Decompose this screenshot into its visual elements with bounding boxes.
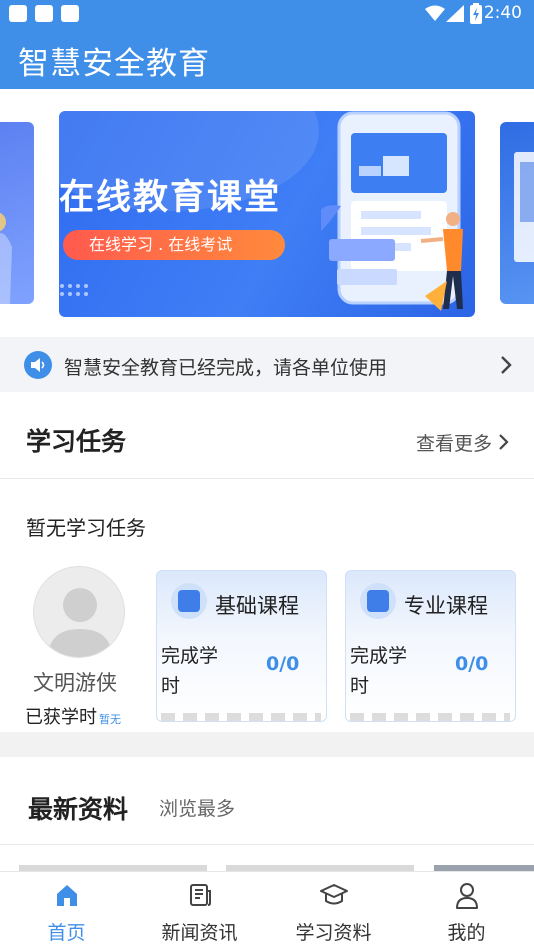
course-monitor-icon [360, 583, 396, 619]
divider [0, 478, 534, 479]
bottom-nav: 首页 新闻资讯 学习资料 我的 [0, 871, 534, 950]
course-progress-value: 0/0 [455, 653, 489, 675]
notice-text: 智慧安全教育已经完成，请各单位使用 [64, 357, 388, 379]
divider [0, 844, 534, 845]
nav-item-home[interactable]: 首页 [0, 872, 133, 950]
notification-square-icon [9, 5, 27, 22]
course-progress-label: 完成学时 [161, 645, 219, 697]
battery-icon [470, 3, 482, 24]
nav-label: 学习资料 [295, 922, 372, 944]
status-bar: 2:40 [0, 0, 534, 28]
hours-label: 已获学时 [25, 707, 97, 728]
notification-square-icon [61, 5, 79, 22]
clock: 2:40 [483, 3, 522, 23]
course-title: 专业课程 [404, 594, 488, 618]
hours-value: 暂无 [99, 713, 121, 726]
news-icon [189, 884, 211, 906]
notice-bar[interactable]: 智慧安全教育已经完成，请各单位使用 [0, 338, 534, 392]
chevron-right-icon[interactable] [500, 355, 512, 375]
section-title: 学习任务 [26, 427, 127, 456]
notification-square-icon [35, 5, 53, 22]
nav-item-mine[interactable]: 我的 [400, 872, 533, 950]
banner-next-slide[interactable] [500, 122, 534, 304]
banner-headline: 在线教育课堂 [59, 178, 282, 218]
course-progress-value: 0/0 [266, 653, 300, 675]
banner-slide[interactable]: 在线教育课堂 在线学习 . 在线考试 [59, 111, 475, 317]
graduation-cap-icon [319, 884, 348, 905]
nav-label: 我的 [447, 922, 486, 944]
nav-item-materials[interactable]: 学习资料 [267, 872, 400, 950]
wifi-icon [425, 5, 445, 21]
banner-carousel[interactable]: 在线教育课堂 在线学习 . 在线考试 [0, 89, 534, 337]
truncated-text [161, 713, 321, 721]
course-card-basic[interactable]: 基础课程 完成学时 0/0 [156, 570, 327, 722]
section-title: 最新资料 [28, 795, 129, 824]
user-hours: 已获学时 暂无 [25, 703, 121, 729]
most-viewed-tab[interactable]: 浏览最多 [159, 794, 235, 821]
banner-pill: 在线学习 . 在线考试 [63, 230, 285, 260]
phone-illustration [321, 111, 463, 311]
course-title: 基础课程 [215, 594, 299, 618]
course-progress-label: 完成学时 [350, 645, 408, 697]
speaker-icon [24, 351, 52, 379]
view-more-link[interactable]: 查看更多 [416, 429, 492, 456]
latest-section: 最新资料 浏览最多 [0, 757, 534, 877]
nav-item-news[interactable]: 新闻资讯 [133, 872, 266, 950]
user-name: 文明游侠 [33, 671, 117, 695]
banner-prev-slide[interactable] [0, 122, 34, 304]
nav-label: 首页 [47, 922, 86, 944]
truncated-text [350, 713, 510, 721]
course-card-professional[interactable]: 专业课程 完成学时 0/0 [345, 570, 516, 722]
course-book-icon [171, 583, 207, 619]
avatar[interactable] [33, 566, 125, 658]
chevron-right-icon[interactable] [498, 433, 510, 451]
dots-decoration [60, 284, 88, 296]
signal-icon [446, 5, 464, 22]
home-icon [56, 885, 77, 906]
person-icon [455, 883, 478, 909]
nav-label: 新闻资讯 [161, 922, 238, 944]
tasks-section: 学习任务 查看更多 暂无学习任务 文明游侠 已获学时 暂无 基础课程 完成学时 0… [0, 392, 534, 732]
empty-tasks-text: 暂无学习任务 [26, 516, 146, 540]
app-title: 智慧安全教育 [18, 46, 210, 82]
app-bar: 智慧安全教育 [0, 28, 534, 89]
